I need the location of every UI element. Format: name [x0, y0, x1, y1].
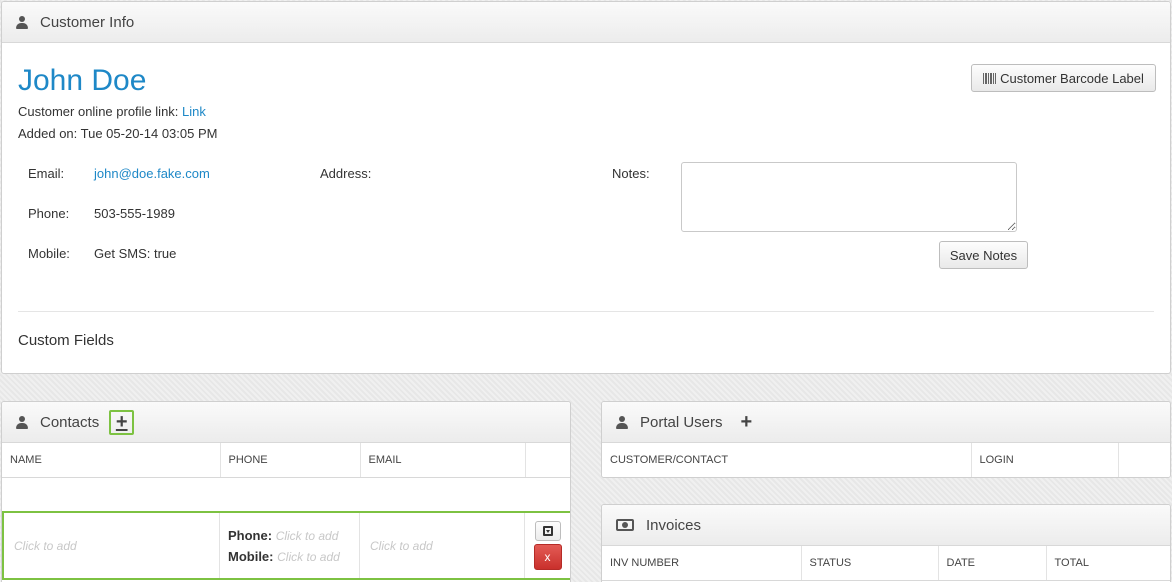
column-header[interactable]: TOTAL [1046, 546, 1170, 581]
contacts-table: NAME PHONE EMAIL [2, 443, 570, 478]
save-notes-label: Save Notes [949, 247, 1018, 263]
new-contact-row: Click to add Phone: Click to add Mobile:… [2, 511, 570, 580]
user-icon [16, 15, 28, 29]
invoices-header: Invoices [602, 505, 1170, 546]
notes-textarea[interactable] [681, 162, 1017, 232]
barcode-icon [983, 72, 997, 84]
phone-label: Phone: [28, 206, 70, 221]
email-placeholder[interactable]: Click to add [370, 539, 433, 553]
invoices-panel: Invoices INV NUMBER STATUS DATE TOTAL [601, 504, 1171, 582]
panel-title: Portal Users [640, 413, 723, 431]
added-on-text: Added on: Tue 05-20-14 03:05 PM [18, 126, 218, 141]
column-header[interactable]: EMAIL [360, 443, 526, 478]
invoices-table: INV NUMBER STATUS DATE TOTAL [602, 546, 1170, 581]
delete-button[interactable]: x [533, 544, 562, 570]
save-notes-button[interactable]: Save Notes [939, 241, 1028, 269]
archive-icon [542, 526, 553, 536]
panel-title: Invoices [646, 516, 702, 534]
phone-label: Phone: [228, 527, 273, 543]
customer-info-panel: Customer Info John Doe Customer online p… [1, 1, 1171, 374]
mobile-line: Mobile: Click to add [228, 549, 340, 564]
column-header[interactable]: LOGIN [971, 443, 1119, 477]
custom-fields-heading: Custom Fields [18, 332, 114, 349]
profile-link[interactable]: Link [182, 104, 206, 119]
portal-users-panel: Portal Users + CUSTOMER/CONTACT LOGIN [601, 401, 1171, 478]
email-link[interactable]: john@doe.fake.com [94, 166, 210, 181]
money-icon [616, 519, 634, 531]
column-header[interactable]: INV NUMBER [602, 546, 802, 581]
name-placeholder[interactable]: Click to add [14, 539, 77, 553]
address-label: Address: [320, 166, 372, 181]
profile-link-line: Customer online profile link: Link [18, 104, 206, 119]
email-label: Email: [28, 166, 65, 181]
name-cell: Click to add [4, 513, 220, 578]
divider [18, 311, 1154, 312]
plus-icon: + [740, 411, 753, 433]
mobile-label: Mobile: [228, 548, 274, 564]
archive-button[interactable] [534, 521, 561, 541]
column-header [1118, 443, 1170, 477]
notes-label: Notes: [612, 166, 650, 181]
actions-cell: x [525, 513, 570, 578]
contacts-header: Contacts + [2, 402, 570, 443]
column-header[interactable]: PHONE [220, 443, 361, 478]
phone-cell: Phone: Click to add Mobile: Click to add [220, 513, 360, 578]
portal-users-table: CUSTOMER/CONTACT LOGIN [602, 443, 1170, 477]
barcode-button-label: Customer Barcode Label [1000, 70, 1144, 86]
email-cell: Click to add [360, 513, 525, 578]
add-portal-user-button[interactable]: + [741, 412, 753, 432]
user-icon [616, 415, 628, 429]
column-header[interactable]: STATUS [801, 546, 939, 581]
column-header [525, 443, 570, 478]
customer-name: John Doe [18, 64, 147, 97]
customer-info-header: Customer Info [2, 2, 1170, 43]
phone-placeholder[interactable]: Click to add [276, 529, 339, 543]
mobile-placeholder[interactable]: Click to add [277, 550, 340, 564]
phone-value: 503-555-1989 [94, 206, 175, 221]
column-header[interactable]: NAME [2, 443, 221, 478]
column-header[interactable]: DATE [938, 546, 1047, 581]
mobile-label: Mobile: [28, 246, 70, 261]
column-header[interactable]: CUSTOMER/CONTACT [602, 443, 972, 477]
contacts-panel: Contacts + NAME PHONE EMAIL Click to add… [1, 401, 571, 582]
mobile-value: Get SMS: true [94, 246, 177, 261]
phone-line: Phone: Click to add [228, 528, 338, 543]
panel-title: Customer Info [40, 13, 135, 31]
panel-title: Contacts [40, 413, 100, 431]
plus-icon: + [115, 411, 128, 433]
add-contact-button[interactable]: + [109, 409, 135, 435]
portal-users-header: Portal Users + [602, 402, 1170, 443]
profile-link-label: Customer online profile link: [18, 104, 179, 119]
customer-barcode-button[interactable]: Customer Barcode Label [971, 64, 1156, 92]
user-icon [16, 415, 28, 429]
